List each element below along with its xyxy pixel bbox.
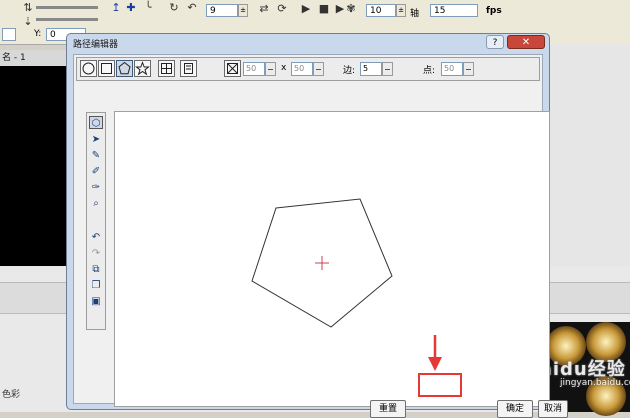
document-tab[interactable]: 名 - 1 xyxy=(0,50,70,66)
add-node-icon[interactable]: ✎ xyxy=(89,149,103,162)
y-label: Y: xyxy=(34,29,42,39)
add-point-icon[interactable]: ✚ xyxy=(125,2,137,14)
polygon-tool[interactable] xyxy=(116,60,133,77)
path-canvas[interactable] xyxy=(114,111,550,407)
move-down-icon[interactable]: ⇣ xyxy=(22,16,34,28)
pentagon-icon xyxy=(118,61,131,75)
color-label: 色彩 xyxy=(2,390,21,400)
cancel-button[interactable]: 取消 xyxy=(538,400,568,418)
rectangle-tool[interactable] xyxy=(98,60,115,77)
zoom-icon[interactable]: ⌕ xyxy=(89,197,103,210)
undo-icon[interactable]: ↶ xyxy=(186,2,198,14)
stage-canvas xyxy=(0,66,68,266)
frame-field[interactable]: 9 xyxy=(206,4,238,17)
arrow-icon[interactable]: ↥ xyxy=(110,2,122,14)
redo-icon[interactable]: ↷ xyxy=(89,247,103,260)
height-field[interactable]: 50 xyxy=(291,62,313,76)
rotate-icon[interactable]: ↻ xyxy=(168,2,180,14)
side-toolbar: ⬡ ➤ ✎ ✐ ✑ ⌕ ↶ ↷ ⧉ ❐ ▣ xyxy=(86,112,106,330)
down-arrow-icon xyxy=(428,335,442,371)
points-field[interactable]: 50 xyxy=(441,62,463,76)
width-field[interactable]: 50 xyxy=(243,62,265,76)
stop-icon[interactable]: ■ xyxy=(318,3,330,15)
close-button[interactable]: ✕ xyxy=(507,35,545,49)
edit-node-icon[interactable]: ✐ xyxy=(89,165,103,178)
points-spin[interactable] xyxy=(463,62,474,76)
fps-label: fps xyxy=(486,6,502,16)
frame-spin[interactable]: ± xyxy=(238,4,248,17)
undo-icon[interactable]: ↶ xyxy=(89,231,103,244)
right-panel xyxy=(549,44,630,266)
value-field[interactable]: 10 xyxy=(366,4,396,17)
fit-size-tool[interactable] xyxy=(224,60,241,77)
width-spin[interactable] xyxy=(265,62,276,76)
ok-highlight-box xyxy=(418,373,462,397)
paste-icon[interactable]: ▣ xyxy=(89,295,103,308)
watermark-url: jingyan.baidu.com xyxy=(560,378,630,388)
edges-label: 边: xyxy=(343,66,356,76)
axis-label: 轴 xyxy=(410,9,420,19)
loop-icon[interactable]: ⇄ xyxy=(258,3,270,15)
timeline-slider[interactable] xyxy=(36,6,98,9)
timeline-slider-2[interactable] xyxy=(36,18,98,21)
effects-icon[interactable]: ✾ xyxy=(345,3,357,15)
value-spin[interactable]: ± xyxy=(396,4,406,17)
star-icon xyxy=(135,61,150,76)
page-tool[interactable] xyxy=(180,60,197,77)
edges-spin[interactable] xyxy=(382,62,393,76)
polygon-select-icon[interactable]: ⬡ xyxy=(89,116,103,129)
convert-node-icon[interactable]: ✑ xyxy=(89,181,103,194)
small-field-left[interactable] xyxy=(2,28,16,41)
circle-icon xyxy=(82,62,95,75)
copy-icon[interactable]: ❐ xyxy=(89,279,103,292)
height-spin[interactable] xyxy=(313,62,324,76)
flip-icon[interactable]: ⧉ xyxy=(89,263,103,276)
path-editor-dialog: 路径编辑器 ? ✕ 50 x 50 边: 5 点: 50 ⬡ ➤ ✎ ✐ ✑ ⌕… xyxy=(66,33,568,418)
fps-select[interactable]: 15 xyxy=(430,4,478,17)
rectangle-icon xyxy=(101,63,112,74)
size-separator: x xyxy=(281,63,287,73)
dialog-body: 50 x 50 边: 5 点: 50 ⬡ ➤ ✎ ✐ ✑ ⌕ ↶ ↷ ⧉ ❐ ▣ xyxy=(73,54,568,418)
fit-size-icon xyxy=(227,63,238,74)
page-icon xyxy=(184,63,193,74)
grid-tool[interactable] xyxy=(158,60,175,77)
star-tool[interactable] xyxy=(134,60,151,77)
line-icon[interactable]: ╰ xyxy=(142,2,154,14)
circle-tool[interactable] xyxy=(80,60,97,77)
reset-button[interactable]: 重置 xyxy=(370,400,406,418)
move-up-icon[interactable]: ⇅ xyxy=(22,2,34,14)
points-label: 点: xyxy=(423,66,436,76)
dialog-title: 路径编辑器 xyxy=(73,40,119,50)
edges-field[interactable]: 5 xyxy=(360,62,382,76)
help-button[interactable]: ? xyxy=(486,35,504,49)
path-drawing xyxy=(251,198,393,328)
pointer-icon[interactable]: ➤ xyxy=(89,133,103,146)
play-icon[interactable]: ▶ xyxy=(300,3,312,15)
shape-toolbar: 50 x 50 边: 5 点: 50 xyxy=(76,57,540,81)
refresh-icon[interactable]: ⟳ xyxy=(276,3,288,15)
ok-button[interactable]: 确定 xyxy=(497,400,533,418)
grid-icon xyxy=(161,63,172,74)
